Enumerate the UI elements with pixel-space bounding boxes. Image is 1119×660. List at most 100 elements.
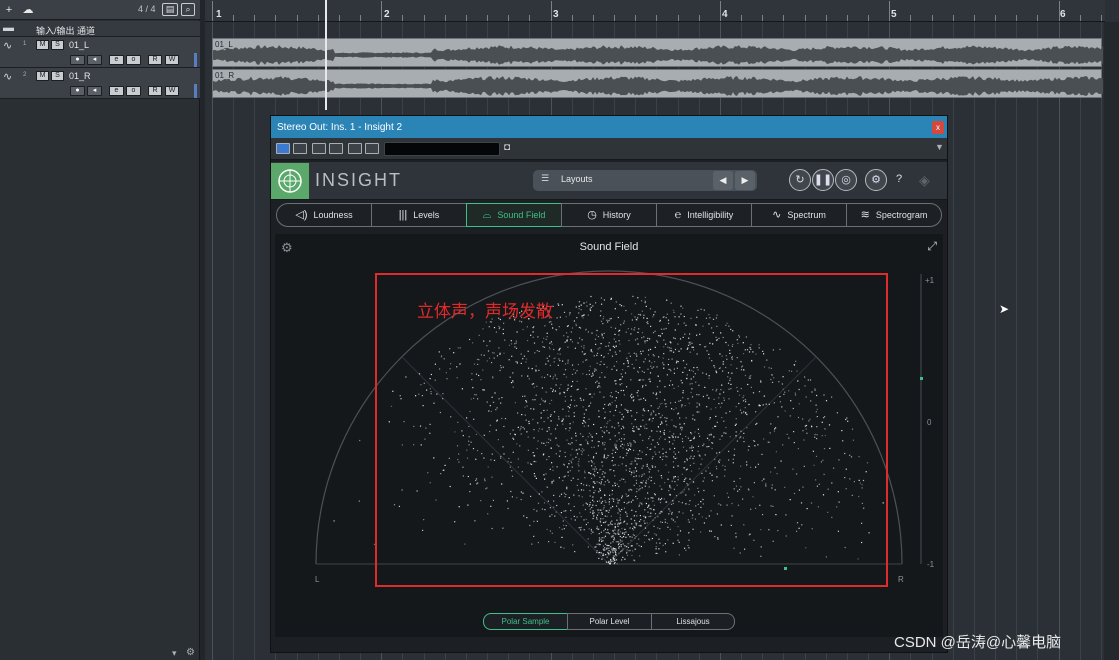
track-row[interactable]: ∿ 2 M S 01_R ● ◂ e o R W	[0, 68, 200, 99]
reset-icon[interactable]: ↻	[789, 169, 811, 191]
ruler-tick	[487, 15, 489, 21]
pause-icon[interactable]: ❚❚	[812, 169, 834, 191]
meter-mode-icon[interactable]: ◎	[835, 169, 857, 191]
mute-button[interactable]: M	[36, 40, 49, 50]
track-row[interactable]: ∿ 1 M S 01_L ● ◂ e o R W	[0, 37, 200, 68]
plugin-window: Stereo Out: Ins. 1 - Insight 2 x ◘ ▼ INS…	[270, 115, 948, 653]
track-list-view-icon[interactable]: ▤	[162, 3, 178, 16]
ruler-tick	[804, 15, 806, 21]
copy-icon[interactable]	[365, 143, 379, 154]
ruler-tick	[254, 15, 256, 21]
monitor-button[interactable]: ◂	[87, 86, 102, 96]
tab-sound-field[interactable]: ⌓ Sound Field	[466, 203, 562, 227]
record-enable-button[interactable]: ●	[70, 55, 85, 65]
mode-polar-level[interactable]: Polar Level	[567, 613, 652, 630]
speaker-icon: ◁)	[295, 209, 308, 221]
tab-label: Loudness	[313, 210, 353, 220]
ruler-tick	[360, 15, 362, 21]
read-automation-button[interactable]: R	[148, 55, 162, 65]
track-number: 1	[23, 41, 27, 47]
preset-selector[interactable]	[384, 142, 500, 156]
audio-event[interactable]: 01_L	[212, 38, 1103, 67]
help-icon[interactable]: ?	[888, 169, 910, 191]
add-track-button[interactable]: +	[3, 3, 15, 17]
ruler-tick	[868, 15, 870, 21]
tab-loudness[interactable]: ◁) Loudness	[276, 203, 372, 227]
spectrum-icon: ∿	[772, 209, 782, 221]
compare-icon[interactable]	[348, 143, 362, 154]
playhead[interactable]	[325, 0, 327, 110]
monitor-button[interactable]: ◂	[87, 55, 102, 65]
mute-button[interactable]: M	[36, 71, 49, 81]
expand-icon[interactable]: ⤢	[927, 239, 937, 254]
ruler-tick	[571, 15, 573, 21]
freeze-button[interactable]: o	[126, 86, 141, 96]
grid-line	[1079, 22, 1081, 660]
solo-button[interactable]: S	[51, 40, 64, 50]
track-name[interactable]: 01_R	[69, 71, 91, 81]
track-selected-indicator	[194, 53, 197, 67]
tab-label: Intelligibility	[687, 210, 734, 220]
settings-icon[interactable]: ⚙	[186, 647, 195, 658]
folder-track[interactable]: ▬ 输入/输出 通道	[0, 21, 200, 37]
tab-history[interactable]: ◷ History	[561, 203, 657, 227]
tab-spectrogram[interactable]: ≋ Spectrogram	[846, 203, 942, 227]
ruler-tick	[508, 15, 510, 21]
write-automation-button[interactable]: W	[165, 55, 179, 65]
left-channel-label: L	[315, 575, 320, 584]
sound-field-panel: ⚙ Sound Field ⤢ +1 0 -1 L R 立体声，声场发散	[275, 234, 943, 637]
insight-logo-icon	[271, 163, 309, 199]
audio-event[interactable]: 01_R	[212, 69, 1103, 98]
gear-icon[interactable]: ⚙	[865, 169, 887, 191]
read-automation-button[interactable]: R	[148, 86, 162, 96]
plugin-title-bar[interactable]: Stereo Out: Ins. 1 - Insight 2 x	[271, 116, 947, 138]
ruler-tick	[783, 15, 785, 21]
tab-spectrum[interactable]: ∿ Spectrum	[751, 203, 847, 227]
tab-label: History	[602, 210, 631, 220]
ruler-tick	[656, 15, 658, 21]
grid-line	[1100, 22, 1102, 660]
spectrogram-icon: ≋	[860, 209, 870, 221]
grid-line	[1058, 22, 1060, 660]
edit-channel-button[interactable]: e	[109, 86, 124, 96]
write-automation-button[interactable]: W	[165, 86, 179, 96]
layouts-label: Layouts	[561, 174, 593, 184]
tab-intelligibility[interactable]: ℮ Intelligibility	[656, 203, 752, 227]
izotope-logo-icon: ◈	[919, 172, 930, 188]
ruler-tick	[677, 15, 679, 21]
preset-icon[interactable]: ☁	[20, 3, 36, 17]
display-mode-switcher: Polar Sample Polar Level Lissajous	[483, 613, 735, 630]
record-enable-button[interactable]: ●	[70, 86, 85, 96]
ruler-tick	[550, 1, 552, 21]
ruler-tick	[444, 15, 446, 21]
edit-channel-button[interactable]: e	[109, 55, 124, 65]
tab-levels[interactable]: ||| Levels	[371, 203, 467, 227]
write-automation-icon[interactable]	[329, 143, 343, 154]
collapse-icon[interactable]: ▾	[172, 648, 177, 659]
mode-polar-sample[interactable]: Polar Sample	[483, 613, 568, 630]
read-automation-icon[interactable]	[312, 143, 326, 154]
vertical-scrollbar[interactable]	[1104, 22, 1119, 660]
ruler-tick	[931, 15, 933, 21]
layouts-dropdown[interactable]: ☰ Layouts ◀ ▶	[533, 170, 757, 191]
freeze-button[interactable]: o	[126, 55, 141, 65]
previous-layout-button[interactable]: ◀	[713, 171, 733, 190]
ruler-tick	[719, 1, 721, 21]
ruler-tick	[1058, 1, 1060, 21]
chevron-down-icon[interactable]: ▼	[935, 142, 944, 152]
timeline-ruler[interactable]: 1 2 3 4 5 6	[205, 0, 1105, 22]
next-layout-button[interactable]: ▶	[735, 171, 755, 190]
track-count: 4 / 4	[138, 4, 156, 14]
ruler-tick	[1037, 15, 1039, 21]
solo-button[interactable]: S	[51, 71, 64, 81]
product-name: INSIGHT	[315, 170, 403, 190]
mode-lissajous[interactable]: Lissajous	[651, 613, 735, 630]
bypass-icon[interactable]	[293, 143, 307, 154]
close-button[interactable]: x	[932, 121, 944, 134]
grid-line	[973, 22, 975, 660]
ruler-tick	[233, 15, 235, 21]
power-icon[interactable]	[276, 143, 290, 154]
camera-icon[interactable]: ◘	[504, 142, 510, 153]
track-name[interactable]: 01_L	[69, 40, 89, 50]
search-icon[interactable]: ⌕	[181, 3, 195, 16]
